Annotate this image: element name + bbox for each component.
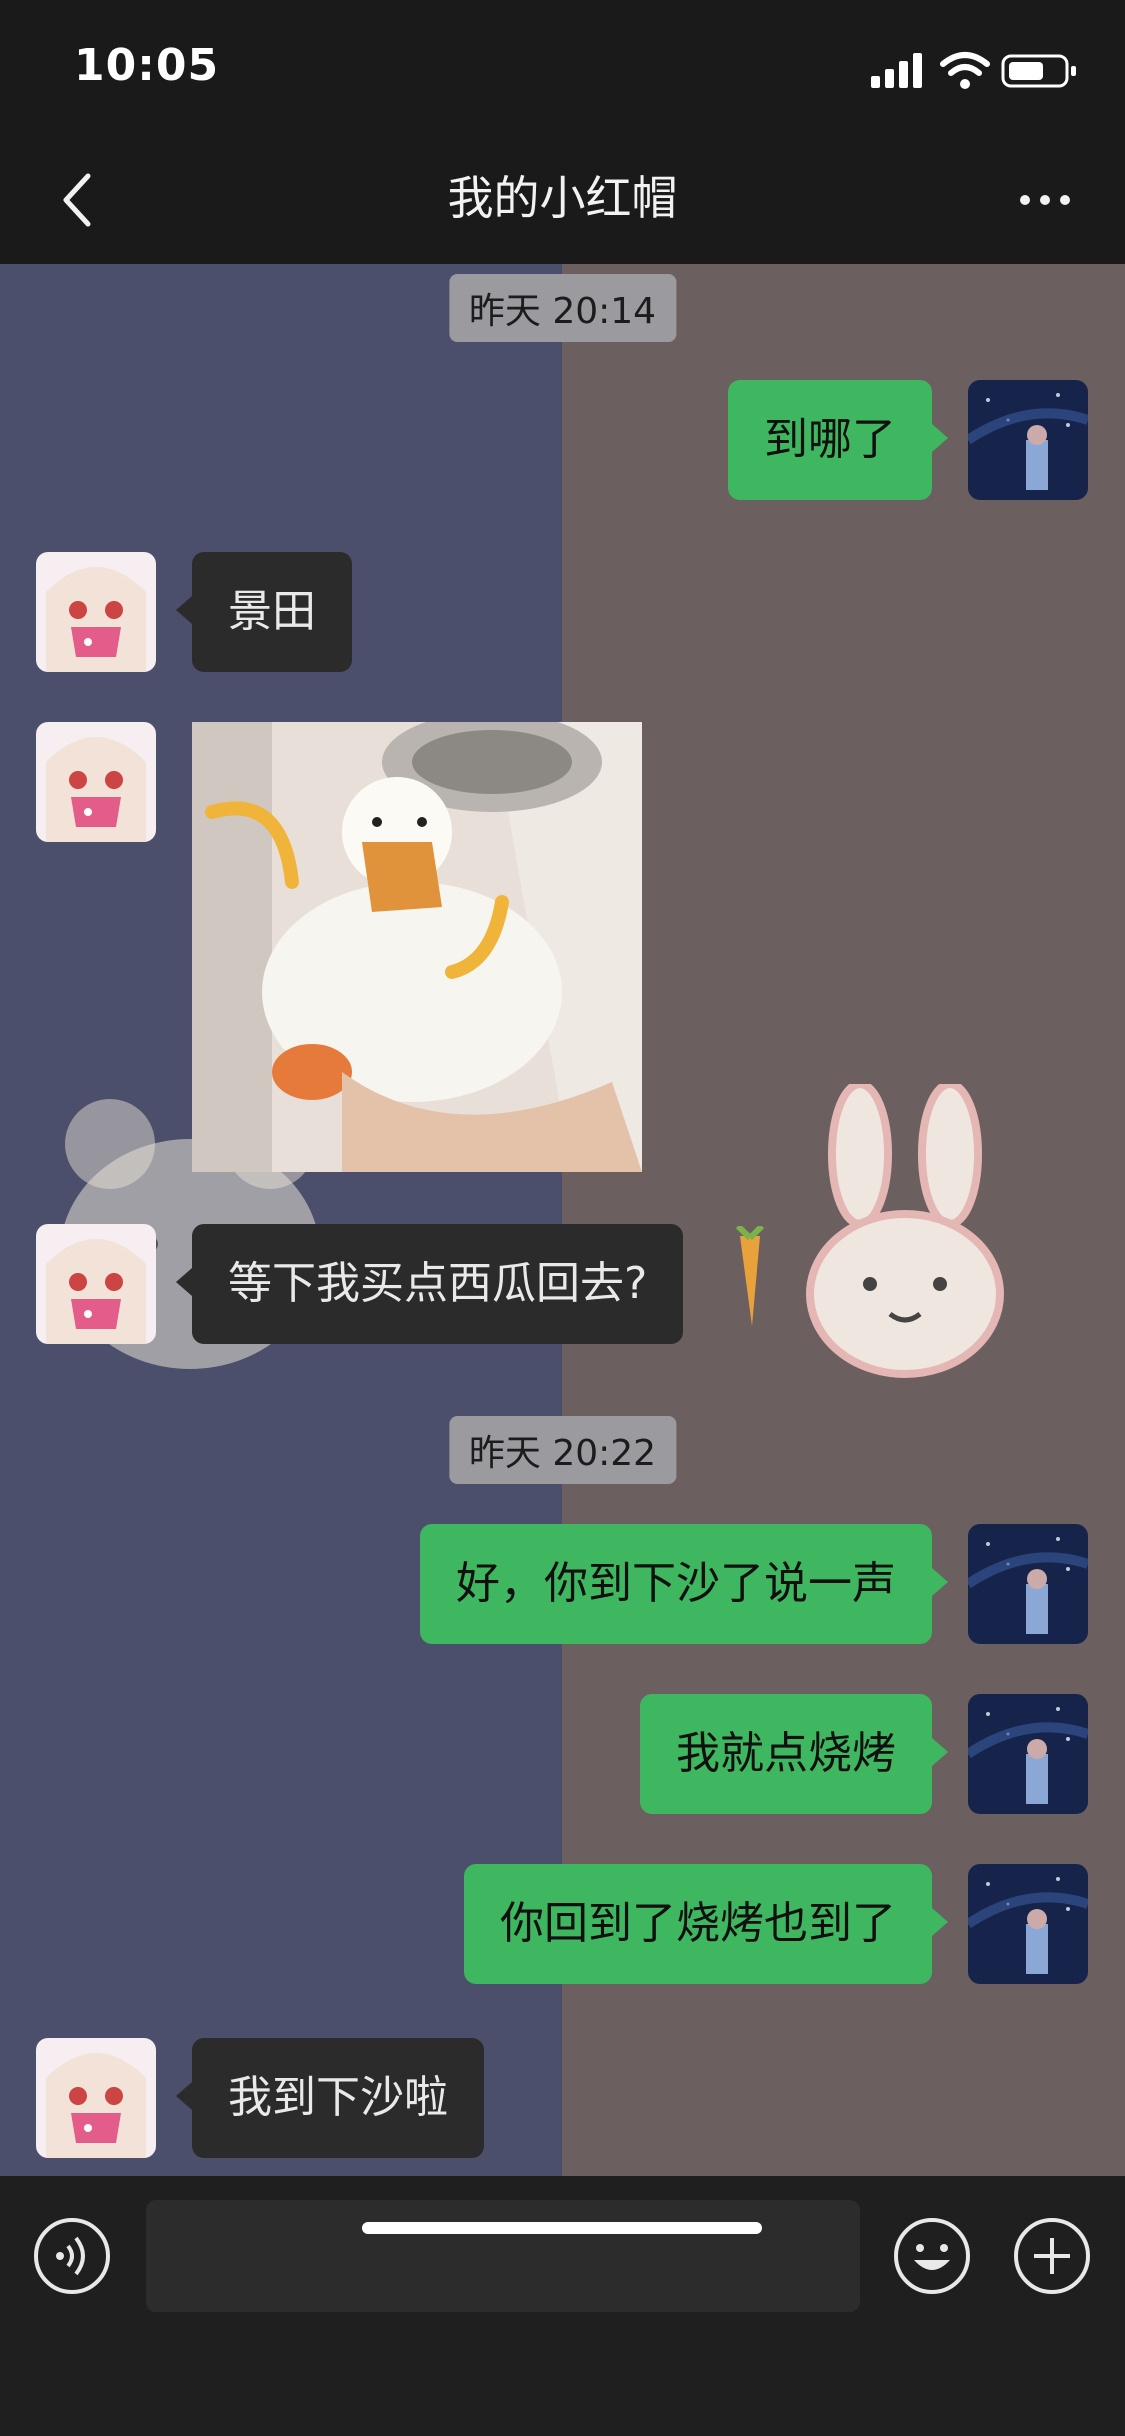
- contact-avatar[interactable]: [36, 722, 156, 842]
- my-avatar[interactable]: [968, 380, 1088, 500]
- nav-bar: 我的小红帽: [0, 132, 1125, 264]
- status-bar: 10:05: [0, 0, 1125, 132]
- voice-icon[interactable]: [32, 2216, 112, 2296]
- rabbit-sticker-icon: [806, 1084, 1004, 1378]
- message-outgoing[interactable]: 我就点烧烤: [640, 1694, 948, 1814]
- timestamp: 昨天 20:14: [448, 274, 677, 342]
- plus-icon[interactable]: [1012, 2216, 1092, 2296]
- status-time: 10:05: [74, 40, 220, 91]
- message-incoming[interactable]: 景田: [176, 552, 352, 672]
- status-icons: [871, 52, 1076, 89]
- my-avatar[interactable]: [968, 1864, 1088, 1984]
- message-input[interactable]: [146, 2200, 860, 2312]
- message-incoming[interactable]: 等下我买点西瓜回去?: [175, 1224, 684, 1344]
- timestamp: 昨天 20:22: [448, 1416, 677, 1484]
- message-outgoing[interactable]: 你回到了烧烤也到了: [464, 1864, 948, 1984]
- signal-icon: [871, 53, 922, 88]
- wifi-icon: [940, 52, 990, 89]
- battery-icon: [1001, 54, 1076, 88]
- message-outgoing[interactable]: 到哪了: [728, 380, 948, 500]
- my-avatar[interactable]: [968, 1694, 1088, 1814]
- chat-area[interactable]: 昨天 20:14 到哪了 景田 等下我买点西瓜回去? 昨天 20:22 好，你到…: [0, 264, 1125, 2176]
- contact-avatar[interactable]: [36, 2038, 156, 2158]
- contact-avatar[interactable]: [36, 1224, 156, 1344]
- more-horizontal-icon[interactable]: [1005, 160, 1085, 240]
- contact-avatar[interactable]: [36, 552, 156, 672]
- emoji-icon[interactable]: [892, 2216, 972, 2296]
- my-avatar[interactable]: [968, 1524, 1088, 1644]
- message-incoming[interactable]: 我到下沙啦: [176, 2038, 484, 2158]
- duck-image-icon: [192, 722, 642, 1172]
- input-bar: [0, 2176, 1125, 2436]
- carrot-sticker-icon: [735, 1226, 765, 1326]
- message-outgoing[interactable]: 好，你到下沙了说一声: [420, 1524, 948, 1644]
- home-indicator[interactable]: [362, 2222, 762, 2234]
- image-message[interactable]: [192, 722, 642, 1172]
- chat-title: 我的小红帽: [447, 171, 678, 225]
